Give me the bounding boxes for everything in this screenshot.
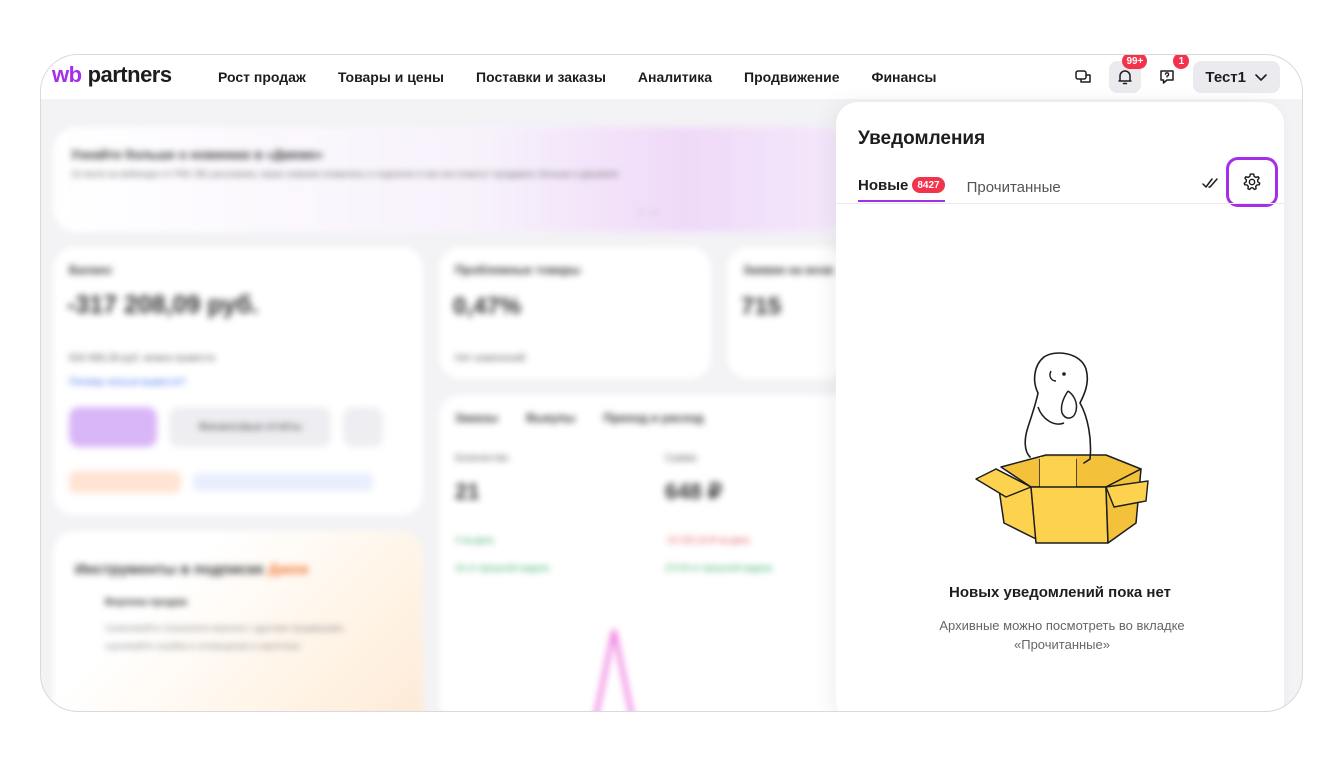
help-badge: 1 [1173,55,1190,69]
header-actions: 99+ 1 Тест1 [1067,55,1280,93]
balance-link[interactable]: Почему нельзя вывести? [69,377,186,388]
withdraw-button[interactable] [69,407,157,447]
empty-box-illustration [975,352,1149,544]
empty-title: Новых уведомлений пока нет [949,584,1171,601]
problem-label: Проблемные товары [455,263,581,277]
balance-value: -317 208,09 руб. [67,291,259,319]
orders-growth-4: 274 ₽ от прошлой недели [665,563,773,573]
requests-label: Заявки на возв [743,263,834,277]
notifications-button[interactable]: 99+ [1109,55,1148,93]
chat-icon [1075,70,1092,83]
nav-item-promotion[interactable]: Продвижение [744,69,839,85]
chevron-down-icon [1255,74,1267,81]
tools-desc: Сравнивайте показатели воронки с другими… [105,623,346,651]
orders-sum-value: 648 ₽ [665,479,722,504]
panel-title: Уведомления [858,128,986,149]
orders-tab-income[interactable]: Приход и расход [603,411,703,425]
top-bar: wb partners Рост продаж Товары и цены По… [41,55,1302,99]
tab-new-label: Новые [858,176,909,194]
settings-button[interactable] [1226,157,1278,207]
double-check-icon [1202,178,1218,188]
orders-qty-value: 21 [455,479,480,504]
tariff-tag [193,473,373,491]
empty-description: Архивные можно посмотреть во вкладке «Пр… [939,618,1185,652]
nav-item-supplies-orders[interactable]: Поставки и заказы [476,69,606,85]
panel-tabs: Новые 8427 Прочитанные [858,172,1061,202]
orders-tab-buyouts[interactable]: Выкупы [526,411,575,425]
notifications-panel: Уведомления Новые 8427 Прочитанные Новых… [836,102,1284,711]
orders-growth-1: 3 за день [455,535,495,545]
balance-sub: 934 686,39 руб. можно вывести [69,353,215,364]
promo-pager[interactable]: ‹ · › [638,205,657,219]
problem-sub: Нет изменений [455,353,526,364]
orders-growth-3: -10 222,16 ₽ за день [665,535,751,545]
help-icon [1160,70,1175,84]
tools-item[interactable]: Воронка продаж [105,597,187,608]
user-name: Тест1 [1205,68,1246,86]
orders-growth-2: 16 от прошлой недели [455,563,549,573]
tools-card: Инструменты в подписке Джем Воронка прод… [53,531,423,711]
tab-new[interactable]: Новые 8427 [858,172,945,202]
orders-card: Заказы Выкупы Приход и расход Количество… [439,395,859,711]
requests-value: 715 [741,293,782,320]
promo-title: Узнайте больше о новинках в «Джеме» [71,147,323,162]
logo[interactable]: wb partners [52,62,172,88]
nav-item-sales-growth[interactable]: Рост продаж [218,69,306,85]
promo-text: 16 июля на вебинаре от РФС ВБ расскажем,… [71,169,619,179]
requests-card[interactable]: Заявки на возв 715 [727,247,847,379]
help-button[interactable]: 1 [1151,55,1190,93]
user-menu[interactable]: Тест1 [1193,61,1280,93]
balance-card: Баланс -317 208,09 руб. 934 686,39 руб. … [53,247,423,515]
tabs-divider [836,203,1284,204]
promo-banner[interactable]: Узнайте больше о новинках в «Джеме» 16 и… [53,127,843,232]
nav-item-goods-prices[interactable]: Товары и цены [338,69,444,85]
gear-icon [1243,173,1261,191]
main-nav: Рост продаж Товары и цены Поставки и зак… [218,55,969,99]
tab-new-count: 8427 [912,177,945,193]
tools-title: Инструменты в подписке Джем [75,561,309,578]
chat-button[interactable] [1067,61,1099,93]
history-button[interactable] [343,407,383,447]
orders-tabs: Заказы Выкупы Приход и расход [455,411,704,425]
tab-read[interactable]: Прочитанные [967,172,1061,202]
problem-value: 0,47% [453,293,522,320]
orders-qty-label: Количество [455,453,509,464]
orders-sum-label: Сумма [665,453,697,464]
problem-goods-card[interactable]: Проблемные товары 0,47% Нет изменений [439,247,711,379]
balance-label: Баланс [69,263,113,277]
orders-chart-line [594,629,634,711]
notifications-badge: 99+ [1122,55,1148,69]
status-tag [69,471,181,493]
nav-item-analytics[interactable]: Аналитика [638,69,712,85]
bell-icon [1118,70,1132,85]
mark-all-read-button[interactable] [1202,176,1220,195]
app-window: Узнайте больше о новинках в «Джеме» 16 и… [40,54,1303,712]
reports-button[interactable]: Финансовые отчёты [169,407,331,447]
orders-tab-orders[interactable]: Заказы [455,411,498,425]
nav-item-finance[interactable]: Финансы [872,69,937,85]
